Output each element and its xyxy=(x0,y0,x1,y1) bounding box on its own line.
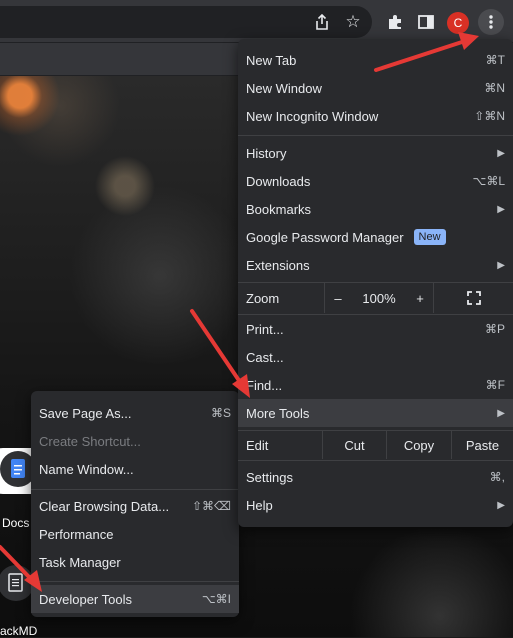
name-window-label: Name Window... xyxy=(39,461,134,477)
menu-item-help[interactable]: Help ▶ xyxy=(238,491,513,519)
settings-shortcut: ⌘, xyxy=(489,470,505,484)
more-tools-submenu: Save Page As... ⌘S Create Shortcut... Na… xyxy=(31,391,239,617)
address-bar[interactable]: ☆ xyxy=(0,6,372,38)
copy-button[interactable]: Copy xyxy=(386,431,451,459)
new-incognito-shortcut: ⇧⌘N xyxy=(474,109,505,123)
menu-item-cast[interactable]: Cast... xyxy=(238,343,513,371)
menu-item-developer-tools[interactable]: Developer Tools ⌥⌘I xyxy=(31,585,239,613)
star-icon[interactable]: ☆ xyxy=(342,11,364,33)
save-page-label: Save Page As... xyxy=(39,405,132,421)
menu-divider xyxy=(238,135,513,136)
menu-item-bookmarks[interactable]: Bookmarks ▶ xyxy=(238,195,513,223)
help-label: Help xyxy=(246,497,273,513)
new-incognito-label: New Incognito Window xyxy=(246,108,379,124)
fullscreen-icon xyxy=(466,291,481,305)
clear-browsing-shortcut: ⇧⌘⌫ xyxy=(191,499,231,513)
fullscreen-button[interactable] xyxy=(433,283,513,313)
side-panel-icon[interactable] xyxy=(415,11,437,33)
menu-item-password-manager[interactable]: Google Password Manager New xyxy=(238,223,513,251)
browser-toolbar: ☆ C xyxy=(0,0,513,43)
bookmarks-label: Bookmarks xyxy=(246,201,312,217)
menu-item-performance[interactable]: Performance xyxy=(31,520,239,548)
chevron-right-icon: ▶ xyxy=(497,499,505,511)
menu-divider xyxy=(31,489,239,490)
new-window-shortcut: ⌘N xyxy=(484,81,505,95)
menu-item-print[interactable]: Print... ⌘P xyxy=(238,315,513,343)
new-window-label: New Window xyxy=(246,80,322,96)
save-page-shortcut: ⌘S xyxy=(210,406,231,420)
kebab-icon[interactable] xyxy=(478,9,504,35)
menu-item-more-tools[interactable]: More Tools ▶ xyxy=(238,399,513,427)
edit-row: Edit Cut Copy Paste xyxy=(238,431,513,459)
cast-label: Cast... xyxy=(246,349,284,365)
share-icon[interactable] xyxy=(311,11,333,33)
settings-label: Settings xyxy=(246,469,293,485)
password-manager-label: Google Password Manager xyxy=(246,229,404,245)
menu-item-create-shortcut[interactable]: Create Shortcut... xyxy=(31,427,239,455)
new-tab-label: New Tab xyxy=(246,52,297,68)
downloads-shortcut: ⌥⌘L xyxy=(472,174,505,188)
menu-item-new-tab[interactable]: New Tab ⌘T xyxy=(238,46,513,74)
developer-tools-label: Developer Tools xyxy=(39,591,132,607)
history-label: History xyxy=(246,145,287,161)
edit-label: Edit xyxy=(246,437,269,453)
shortcut-hackmd-icon[interactable] xyxy=(0,565,34,601)
menu-item-task-manager[interactable]: Task Manager xyxy=(31,548,239,576)
menu-item-new-window[interactable]: New Window ⌘N xyxy=(238,74,513,102)
zoom-out-button[interactable]: – xyxy=(324,283,351,313)
print-shortcut: ⌘P xyxy=(484,322,505,336)
menu-divider xyxy=(31,581,239,582)
cut-button[interactable]: Cut xyxy=(322,431,386,459)
find-shortcut: ⌘F xyxy=(485,378,505,392)
chrome-main-menu: New Tab ⌘T New Window ⌘N New Incognito W… xyxy=(238,39,513,527)
menu-divider xyxy=(238,460,513,461)
zoom-label: Zoom xyxy=(246,290,280,306)
menu-item-settings[interactable]: Settings ⌘, xyxy=(238,463,513,491)
print-label: Print... xyxy=(246,321,284,337)
chevron-right-icon: ▶ xyxy=(497,147,505,159)
task-manager-label: Task Manager xyxy=(39,554,121,570)
find-label: Find... xyxy=(246,377,283,393)
paste-button[interactable]: Paste xyxy=(451,431,513,459)
new-badge: New xyxy=(413,229,446,245)
shortcut-hackmd-label[interactable]: ackMD xyxy=(0,624,37,638)
developer-tools-shortcut: ⌥⌘I xyxy=(201,592,231,606)
downloads-label: Downloads xyxy=(246,173,311,189)
extensions-icon[interactable] xyxy=(384,11,406,33)
chevron-right-icon: ▶ xyxy=(497,407,505,419)
menu-item-extensions[interactable]: Extensions ▶ xyxy=(238,251,513,279)
menu-item-new-incognito-window[interactable]: New Incognito Window ⇧⌘N xyxy=(238,102,513,130)
profile-avatar[interactable]: C xyxy=(447,12,469,34)
menu-item-name-window[interactable]: Name Window... xyxy=(31,455,239,483)
menu-item-save-page[interactable]: Save Page As... ⌘S xyxy=(31,399,239,427)
zoom-value: 100% xyxy=(362,290,396,306)
shortcut-docs-label[interactable]: Docs xyxy=(2,516,29,530)
new-tab-shortcut: ⌘T xyxy=(485,53,505,67)
chevron-right-icon: ▶ xyxy=(497,259,505,271)
menu-item-downloads[interactable]: Downloads ⌥⌘L xyxy=(238,167,513,195)
more-tools-label: More Tools xyxy=(246,405,310,421)
create-shortcut-label: Create Shortcut... xyxy=(39,433,141,449)
chevron-right-icon: ▶ xyxy=(497,203,505,215)
clear-browsing-label: Clear Browsing Data... xyxy=(39,498,170,514)
menu-item-find[interactable]: Find... ⌘F xyxy=(238,371,513,399)
menu-item-clear-browsing-data[interactable]: Clear Browsing Data... ⇧⌘⌫ xyxy=(31,492,239,520)
zoom-in-button[interactable]: + xyxy=(407,291,433,306)
zoom-row: Zoom – 100% + xyxy=(238,283,513,313)
menu-item-history[interactable]: History ▶ xyxy=(238,139,513,167)
extensions-label: Extensions xyxy=(246,257,310,273)
performance-label: Performance xyxy=(39,526,114,542)
